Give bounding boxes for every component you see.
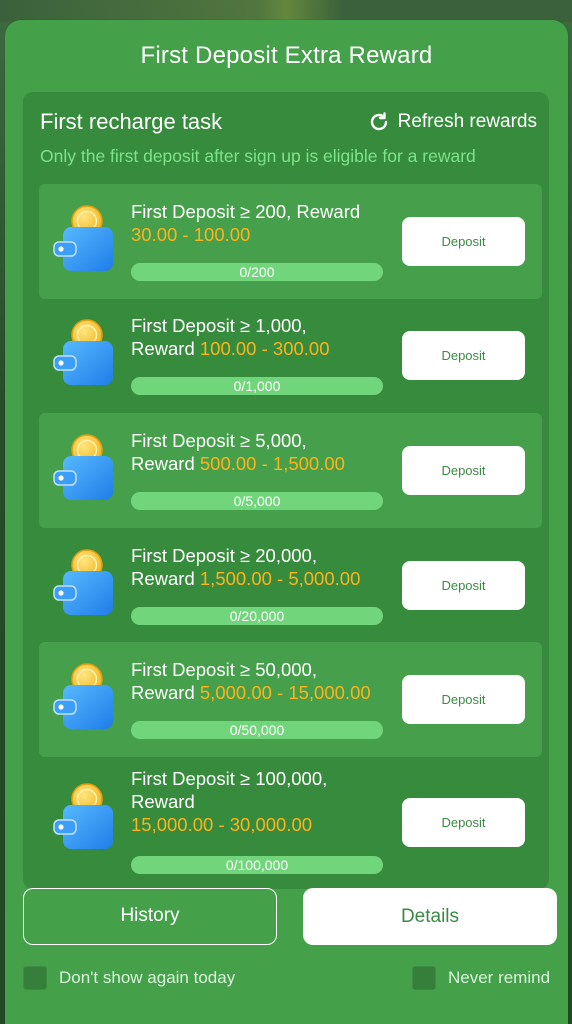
deposit-button[interactable]: Deposit: [402, 675, 525, 724]
refresh-rewards-button[interactable]: Refresh rewards: [367, 110, 537, 134]
task-requirement: First Deposit ≥ 20,000,: [131, 545, 317, 566]
wallet-coin-icon: [53, 434, 113, 500]
deposit-button[interactable]: Deposit: [402, 446, 525, 495]
task-description: First Deposit ≥ 20,000, Reward 1,500.00 …: [131, 544, 391, 590]
task-reward-prefix: Reward: [131, 338, 200, 359]
dont-show-today-toggle[interactable]: Don't show again today: [23, 966, 235, 990]
task-reward-amount: 1,500.00 - 5,000.00: [199, 568, 361, 589]
wallet-coin-icon: [53, 783, 113, 849]
task-progress-text: 0/200: [239, 264, 275, 280]
task-card: First Deposit ≥ 50,000, Reward 5,000.00 …: [39, 642, 542, 757]
task-reward-prefix: Reward: [131, 453, 200, 474]
wallet-coin-icon: [53, 319, 113, 385]
task-reward-line: Reward 1,500.00 - 5,000.00: [131, 567, 391, 590]
deposit-button[interactable]: Deposit: [402, 561, 525, 610]
task-reward-prefix: Reward: [131, 568, 200, 589]
task-progress-text: 0/50,000: [229, 722, 285, 738]
task-progress-bar: 0/200: [131, 263, 383, 281]
task-reward-prefix: Reward: [131, 682, 200, 703]
task-reward-line: Reward 5,000.00 - 15,000.00: [131, 681, 391, 704]
task-reward-line: Reward 15,000.00 - 30,000.00: [131, 790, 391, 836]
dont-show-label: Don't show again today: [59, 968, 236, 987]
task-card: First Deposit ≥ 5,000, Reward 500.00 - 1…: [39, 413, 542, 528]
task-reward-amount: 5,000.00 - 15,000.00: [199, 682, 371, 703]
never-remind-toggle[interactable]: Never remind: [412, 966, 550, 990]
task-progress-bar: 0/50,000: [131, 721, 383, 739]
task-requirement: First Deposit ≥ 50,000,: [131, 659, 317, 680]
task-requirement: First Deposit ≥ 5,000,: [131, 430, 307, 451]
wallet-coin-icon: [53, 549, 113, 615]
deposit-button[interactable]: Deposit: [402, 217, 525, 266]
wallet-coin-icon: [53, 663, 113, 729]
task-requirement: First Deposit ≥ 100,000,: [131, 768, 328, 789]
never-remind-label: Never remind: [448, 968, 551, 987]
task-description: First Deposit ≥ 1,000, Reward 100.00 - 3…: [131, 314, 391, 360]
checkbox-icon[interactable]: [23, 966, 47, 990]
task-requirement: First Deposit ≥ 200, Reward: [131, 201, 361, 222]
task-progress-text: 0/1,000: [233, 378, 281, 394]
task-progress-text: 0/100,000: [225, 857, 289, 873]
task-description: First Deposit ≥ 5,000, Reward 500.00 - 1…: [131, 429, 391, 475]
task-card: First Deposit ≥ 1,000, Reward 100.00 - 3…: [39, 298, 542, 413]
task-reward-amount: 15,000.00 - 30,000.00: [131, 814, 313, 835]
task-reward-amount: 100.00 - 300.00: [199, 338, 330, 359]
recharge-task-panel: First recharge task Refresh rewards Only…: [23, 92, 549, 889]
refresh-icon: [370, 112, 387, 131]
deposit-button[interactable]: Deposit: [402, 798, 525, 847]
task-reward-line: Reward 100.00 - 300.00: [131, 337, 391, 360]
background-top-strip: [0, 0, 572, 22]
task-reward-prefix: Reward: [131, 791, 195, 812]
task-reward-line: 30.00 - 100.00: [131, 223, 391, 246]
panel-subtitle: Only the first deposit after sign up is …: [40, 146, 476, 166]
task-card: First Deposit ≥ 20,000, Reward 1,500.00 …: [39, 528, 542, 643]
task-progress-bar: 0/5,000: [131, 492, 383, 510]
panel-title: First recharge task: [40, 109, 223, 134]
task-progress-text: 0/20,000: [229, 608, 285, 624]
task-progress-text: 0/5,000: [233, 493, 281, 509]
task-reward-amount: 500.00 - 1,500.00: [199, 453, 345, 474]
task-reward-amount: 30.00 - 100.00: [131, 224, 251, 245]
history-button[interactable]: History: [23, 888, 277, 945]
task-progress-bar: 0/1,000: [131, 377, 383, 395]
reward-modal: First Deposit Extra Reward First recharg…: [5, 20, 568, 1024]
checkbox-icon[interactable]: [412, 966, 436, 990]
task-reward-line: Reward 500.00 - 1,500.00: [131, 452, 391, 475]
task-card: First Deposit ≥ 200, Reward 30.00 - 100.…: [39, 184, 542, 299]
refresh-label: Refresh rewards: [397, 111, 537, 132]
task-description: First Deposit ≥ 100,000, Reward 15,000.00…: [131, 767, 391, 836]
task-progress-bar: 0/100,000: [131, 856, 383, 874]
task-card: First Deposit ≥ 100,000, Reward 15,000.00…: [39, 757, 542, 887]
modal-title: First Deposit Extra Reward: [140, 42, 433, 69]
task-description: First Deposit ≥ 50,000, Reward 5,000.00 …: [131, 658, 391, 704]
task-progress-bar: 0/20,000: [131, 607, 383, 625]
task-description: First Deposit ≥ 200, Reward 30.00 - 100.…: [131, 200, 391, 246]
task-requirement: First Deposit ≥ 1,000,: [131, 315, 307, 336]
deposit-button[interactable]: Deposit: [402, 331, 525, 380]
wallet-coin-icon: [53, 205, 113, 271]
details-button[interactable]: Details: [303, 888, 557, 945]
